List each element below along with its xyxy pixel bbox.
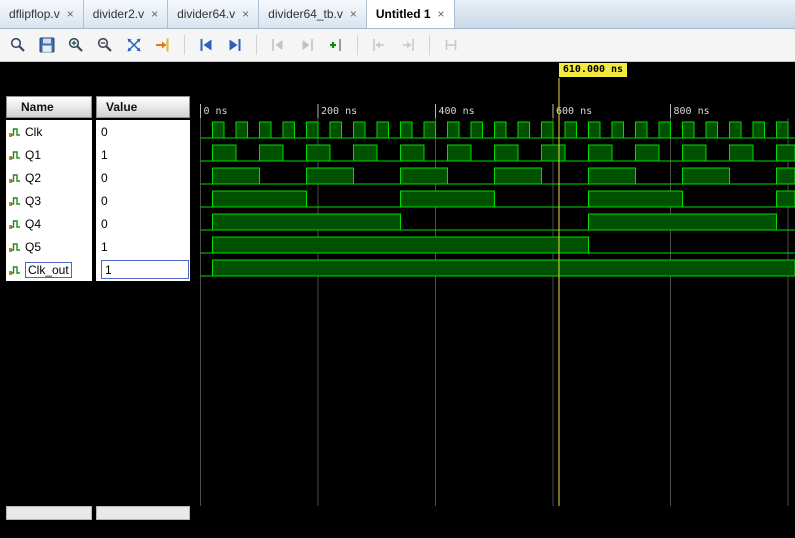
tab-label: Untitled 1 — [375, 7, 431, 21]
zoom-to-full-icon[interactable] — [124, 35, 144, 55]
signal-name: Clk_out — [25, 261, 72, 278]
toolbar-separator — [357, 35, 358, 55]
signal-name: Q4 — [25, 216, 42, 231]
signal-icon — [9, 218, 21, 230]
signal-value-cell[interactable]: 0 — [96, 189, 190, 212]
name-column-header-label: Name — [21, 100, 54, 114]
signal-name-row[interactable]: Q5 — [6, 235, 92, 258]
signal-name-row[interactable]: Clk — [6, 120, 92, 143]
signal-icon — [9, 264, 21, 276]
tab-untitled-1[interactable]: Untitled 1 × — [366, 0, 455, 28]
prev-transition-icon[interactable] — [196, 35, 216, 55]
next-transition-icon[interactable] — [225, 35, 245, 55]
cursor-label[interactable]: 610.000 ns — [558, 63, 628, 77]
toolbar — [0, 29, 795, 62]
signal-icon — [9, 126, 21, 138]
signal-name: Q1 — [25, 147, 42, 162]
signal-name: Clk — [25, 124, 43, 139]
main-area: Name Value Clk Q1 Q2 Q3 Q4 Q5 Clk_out 0100011 … — [0, 62, 795, 538]
signal-value: 0 — [101, 124, 108, 139]
signal-icon — [9, 149, 21, 161]
tab-divider2-v[interactable]: divider2.v × — [83, 0, 169, 28]
swap-cursors-icon — [441, 35, 461, 55]
signal-value-cell[interactable]: 1 — [96, 143, 190, 166]
name-column-header: Name — [6, 96, 92, 118]
svg-text:800 ns: 800 ns — [674, 106, 710, 117]
zoom-in-icon[interactable] — [66, 35, 86, 55]
signal-value-cell[interactable]: 0 — [96, 212, 190, 235]
signal-name: Q3 — [25, 193, 42, 208]
tab-close-icon[interactable]: × — [242, 8, 249, 20]
next-marker-icon — [297, 35, 317, 55]
signal-name-row[interactable]: Q3 — [6, 189, 92, 212]
signal-value-cell[interactable]: 0 — [96, 120, 190, 143]
name-rows: Clk Q1 Q2 Q3 Q4 Q5 Clk_out — [6, 120, 92, 281]
toolbar-separator — [256, 35, 257, 55]
signal-value: 1 — [105, 262, 112, 277]
wave-canvas[interactable]: 0 ns 200 ns 400 ns 600 ns 800 ns 610.000 ns — [197, 62, 795, 538]
value-column-header-label: Value — [106, 100, 138, 114]
signal-value: 1 — [101, 147, 108, 162]
signal-name: Q5 — [25, 239, 42, 254]
goto-time-cursor-icon[interactable] — [153, 35, 173, 55]
tab-bar: dflipflop.v × divider2.v × divider64.v × divid… — [0, 0, 795, 29]
svg-text:200 ns: 200 ns — [321, 106, 357, 117]
save-icon[interactable] — [37, 35, 57, 55]
search-icon[interactable] — [8, 35, 28, 55]
value-rows: 0 1 0 0 0 1 1 — [96, 120, 190, 281]
signal-value: 1 — [101, 239, 108, 254]
toolbar-separator — [184, 35, 185, 55]
tab-close-icon[interactable]: × — [67, 8, 74, 20]
tab-label: divider64.v — [177, 7, 236, 21]
zoom-out-icon[interactable] — [95, 35, 115, 55]
tab-close-icon[interactable]: × — [438, 8, 445, 20]
goto-next-cursor-icon — [398, 35, 418, 55]
waveform-svg[interactable]: 0 ns 200 ns 400 ns 600 ns 800 ns — [197, 62, 795, 538]
tab-divider64-tb-v[interactable]: divider64_tb.v × — [259, 0, 367, 28]
svg-text:400 ns: 400 ns — [439, 106, 475, 117]
tab-label: dflipflop.v — [9, 7, 60, 21]
tab-dflipflop-v[interactable]: dflipflop.v × — [0, 0, 84, 28]
signal-icon — [9, 195, 21, 207]
tab-close-icon[interactable]: × — [350, 8, 357, 20]
svg-text:0 ns: 0 ns — [204, 106, 228, 117]
signal-value: 0 — [101, 170, 108, 185]
signal-name-row[interactable]: Clk_out — [6, 258, 92, 281]
signal-value-cell[interactable]: 0 — [96, 166, 190, 189]
tab-close-icon[interactable]: × — [151, 8, 158, 20]
tab-label: divider2.v — [92, 7, 145, 21]
tab-divider64-v[interactable]: divider64.v × — [168, 0, 260, 28]
signal-name-row[interactable]: Q1 — [6, 143, 92, 166]
signal-value: 0 — [101, 216, 108, 231]
signal-name-row[interactable]: Q4 — [6, 212, 92, 235]
add-marker-icon[interactable] — [326, 35, 346, 55]
value-hscrollbar[interactable] — [96, 506, 190, 520]
signal-icon — [9, 172, 21, 184]
signal-icon — [9, 241, 21, 253]
signal-name: Q2 — [25, 170, 42, 185]
prev-marker-icon — [268, 35, 288, 55]
toolbar-separator — [429, 35, 430, 55]
signal-value-cell[interactable]: 1 — [96, 235, 190, 258]
signal-name-row[interactable]: Q2 — [6, 166, 92, 189]
svg-text:600 ns: 600 ns — [556, 106, 592, 117]
name-hscrollbar[interactable] — [6, 506, 92, 520]
signal-value-editbox[interactable]: 1 — [101, 260, 189, 279]
goto-prev-cursor-icon — [369, 35, 389, 55]
signal-value-cell[interactable]: 1 — [96, 258, 190, 281]
value-column-header: Value — [96, 96, 190, 118]
signal-value: 0 — [101, 193, 108, 208]
tab-label: divider64_tb.v — [268, 7, 343, 21]
